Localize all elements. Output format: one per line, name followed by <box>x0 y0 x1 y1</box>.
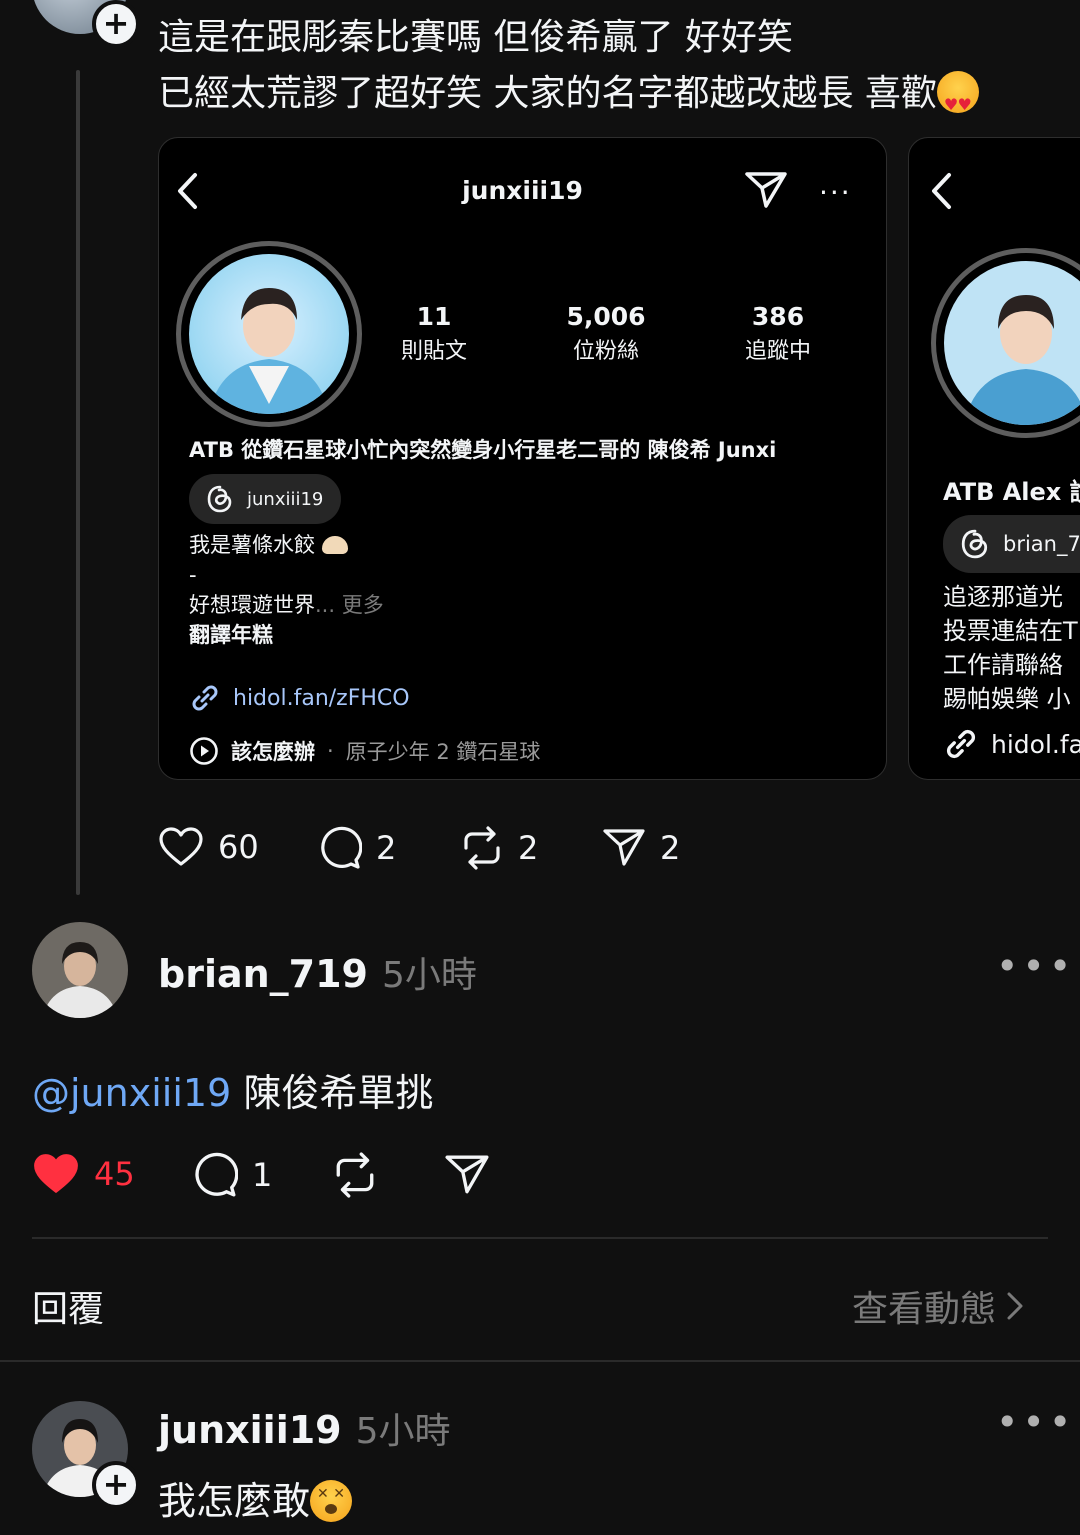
bio-line-4: 踢帕娛樂 小 <box>943 685 1071 713</box>
bio-line-2: 投票連結在T <box>943 617 1078 645</box>
stat-following-label: 追蹤中 <box>744 339 811 364</box>
link-icon <box>192 685 218 711</box>
repost-count: 2 <box>518 829 539 867</box>
chevron-right-icon <box>1007 1292 1023 1320</box>
music-separator: · <box>327 739 334 763</box>
profile-link-text: hidol.fan/zFHCO <box>233 685 410 711</box>
comment-button[interactable]: 2 <box>318 826 396 870</box>
bio-more-link: ... 更多 <box>315 593 384 617</box>
bio-line-2: - <box>189 563 197 587</box>
threads-icon <box>207 485 232 513</box>
stat-followers-number: 5,006 <box>566 302 646 331</box>
comment-icon <box>195 1152 238 1197</box>
like-button[interactable]: 60 <box>158 826 259 868</box>
follow-plus-icon[interactable]: + <box>92 0 140 48</box>
threads-handle: junxiii19 <box>247 488 324 510</box>
reply-username[interactable]: junxiii19 <box>158 1408 342 1452</box>
share-count: 2 <box>660 829 681 867</box>
reply-text: @junxiii19 陳俊希單挑 <box>32 1062 433 1117</box>
profile-screenshot-card-1[interactable]: junxiii19 ··· 11 則貼文 5,006 位粉絲 386 追蹤中 A… <box>158 137 887 780</box>
mention-link[interactable]: @junxiii19 <box>32 1071 231 1115</box>
reply-body: 陳俊希單挑 <box>231 1071 434 1115</box>
repost-icon <box>336 1152 374 1198</box>
reply-header: brian_719 5小時 <box>158 946 477 998</box>
more-options-icon[interactable]: ••• <box>996 1400 1075 1444</box>
profile-screenshot-card-2[interactable]: ATB Alex 說 brian_7 追逐那道光 投票連結在T 工作請聯絡 踢帕… <box>908 137 1080 780</box>
stat-posts-label: 則貼文 <box>400 339 467 364</box>
bio-line-3: 工作請聯絡 <box>943 651 1063 679</box>
avatar[interactable] <box>32 922 128 1018</box>
send-icon <box>744 170 788 210</box>
repost-icon <box>464 826 500 870</box>
follow-plus-icon[interactable]: + <box>92 1461 140 1509</box>
reply-timestamp: 5小時 <box>355 1411 451 1452</box>
share-button[interactable]: 2 <box>602 826 680 870</box>
share-icon <box>445 1155 489 1194</box>
thread-line <box>76 70 80 895</box>
comment-icon <box>321 826 362 869</box>
threads-handle: brian_7 <box>1003 532 1080 556</box>
threads-badge: brian_7 <box>943 515 1080 573</box>
reply-body: 我怎麼敢 <box>158 1479 311 1523</box>
music-song-title: 該怎麼辦 <box>231 740 315 764</box>
bio-line-1: 追逐那道光 <box>943 583 1063 611</box>
link-icon <box>946 729 976 759</box>
view-activity-link[interactable]: 查看動態 <box>852 1280 1026 1332</box>
stat-posts-number: 11 <box>416 302 452 331</box>
profile-music: 該怎麼辦 · 原子少年 2 鑽石星球 <box>189 736 540 766</box>
profile-bio: 我是薯條水餃 - 好想環遊世界... 更多 翻譯年糕 <box>189 530 384 650</box>
play-icon <box>190 737 218 765</box>
post-text-line-2: 已經太荒謬了超好笑 大家的名字都越改越長 喜歡 <box>158 73 937 114</box>
post-text: 這是在跟彫秦比賽嗎 但俊希贏了 好好笑 已經太荒謬了超好笑 大家的名字都越改越長… <box>158 10 1058 133</box>
heart-filled-icon <box>34 1154 78 1194</box>
dumpling-emoji-icon <box>321 536 348 554</box>
comment-count: 1 <box>252 1156 273 1194</box>
divider <box>32 1237 1048 1239</box>
repost-button[interactable] <box>332 1152 378 1198</box>
like-count: 60 <box>218 828 259 866</box>
repost-button[interactable]: 2 <box>460 826 538 870</box>
more-dots-icon: ··· <box>819 176 852 209</box>
stat-posts: 11 則貼文 <box>359 302 509 365</box>
reply-username[interactable]: brian_719 <box>158 952 368 996</box>
section-divider <box>0 1360 1080 1362</box>
like-count: 45 <box>94 1155 135 1193</box>
profile-link: hidol.fa <box>943 726 1080 762</box>
comment-count: 2 <box>376 829 397 867</box>
music-artist: 原子少年 2 鑽石星球 <box>345 740 541 764</box>
share-button[interactable] <box>444 1152 490 1198</box>
reply-header: junxiii19 5小時 <box>158 1402 451 1454</box>
stat-following-number: 386 <box>751 302 805 331</box>
profile-link-text: hidol.fa <box>991 729 1080 759</box>
stat-following: 386 追蹤中 <box>703 302 853 365</box>
view-activity-label: 查看動態 <box>852 1289 997 1330</box>
bio-line-1: 我是薯條水餃 <box>189 533 315 557</box>
profile-display-name: ATB Alex 說 <box>943 478 1080 506</box>
comment-button[interactable]: 1 <box>192 1152 272 1198</box>
bio-line-4: 翻譯年糕 <box>189 623 273 647</box>
like-button[interactable]: 45 <box>32 1152 135 1196</box>
profile-link: hidol.fan/zFHCO <box>189 682 410 714</box>
stat-followers: 5,006 位粉絲 <box>531 302 681 365</box>
dizzy-face-emoji-icon: ✕ ✕ <box>310 1480 353 1522</box>
reply-timestamp: 5小時 <box>381 955 477 996</box>
post-text-line-1: 這是在跟彫秦比賽嗎 但俊希贏了 好好笑 <box>158 17 793 58</box>
reply-label[interactable]: 回覆 <box>32 1280 104 1332</box>
back-chevron-icon <box>929 172 955 210</box>
reply-text: 我怎麼敢 ✕ ✕ <box>158 1470 353 1525</box>
profile-picture <box>189 254 349 414</box>
more-options-icon[interactable]: ••• <box>996 944 1075 988</box>
threads-icon <box>961 529 988 559</box>
stat-followers-label: 位粉絲 <box>572 339 639 364</box>
threads-badge: junxiii19 <box>189 474 342 524</box>
profile-display-name: ATB 從鑽石星球小忙內突然變身小行星老二哥的 陳俊希 Junxi <box>189 438 777 462</box>
heart-eyes-emoji-icon <box>936 71 979 133</box>
share-icon <box>603 829 645 866</box>
bio-line-3: 好想環遊世界 <box>189 593 315 617</box>
heart-icon <box>159 827 203 866</box>
profile-bio: 追逐那道光 投票連結在T 工作請聯絡 踢帕娛樂 小 <box>943 580 1078 716</box>
